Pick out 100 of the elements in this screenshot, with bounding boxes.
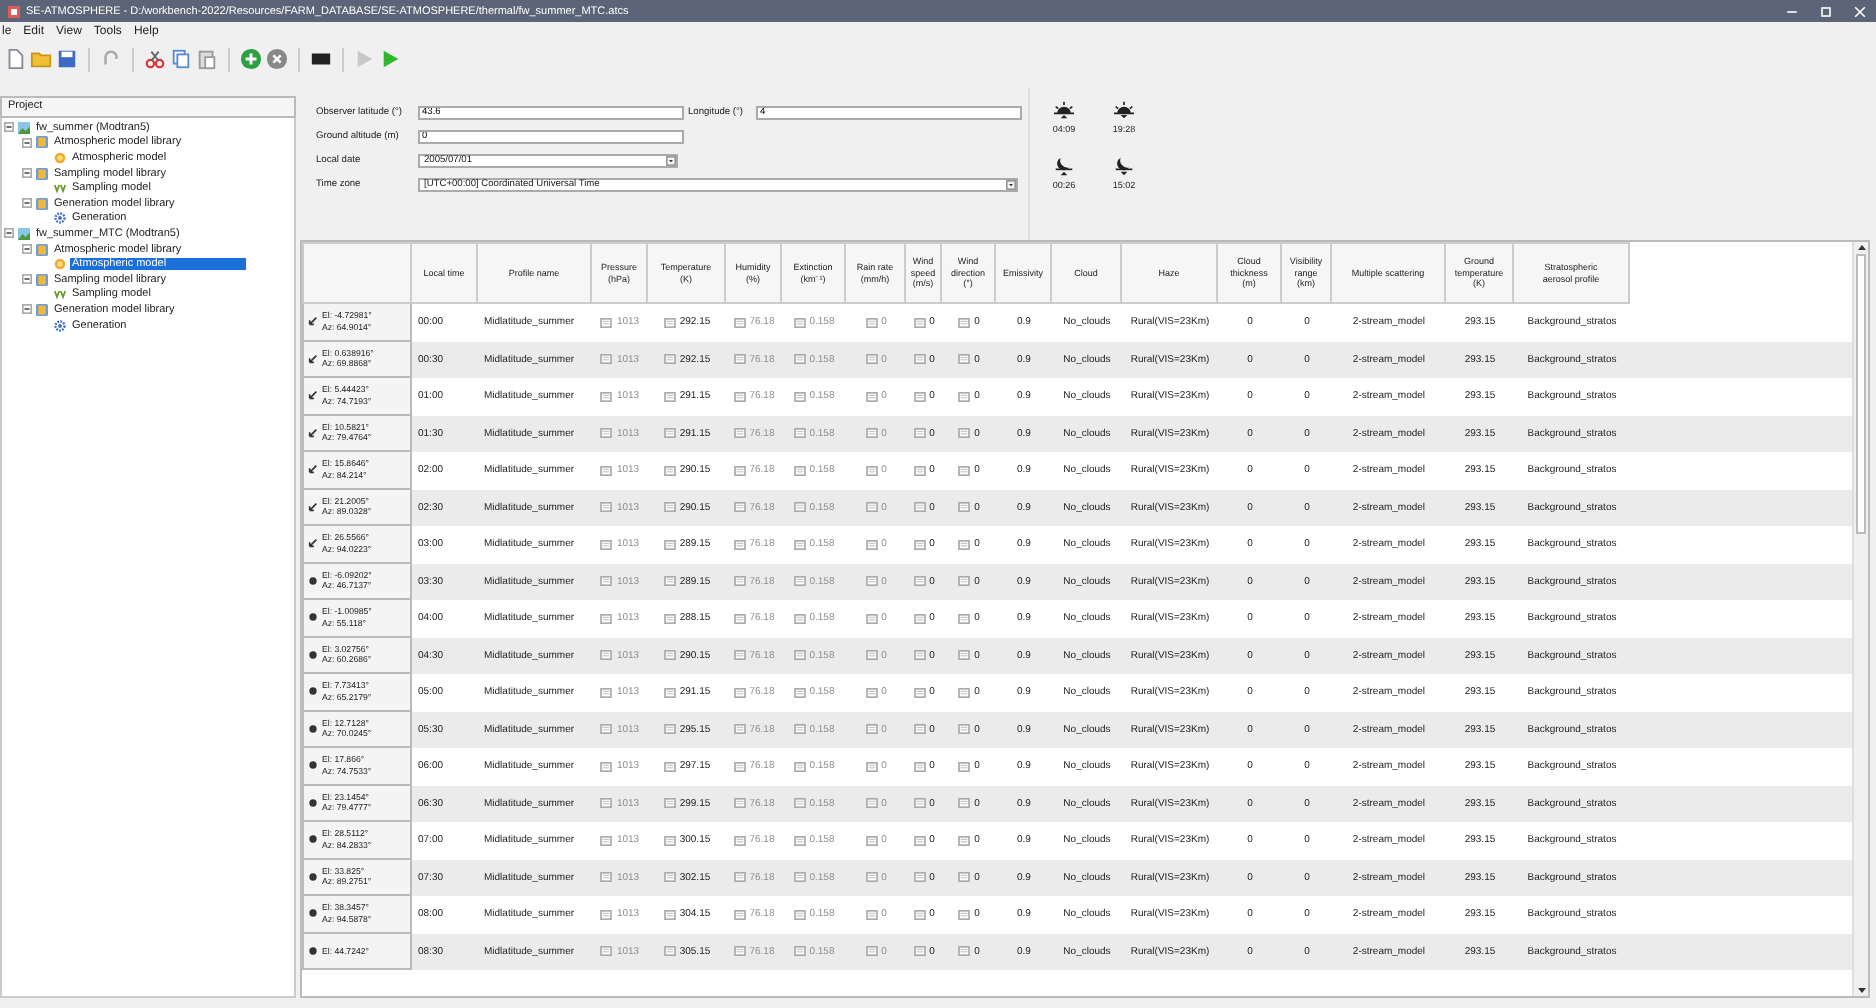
table-icon[interactable]	[958, 650, 971, 661]
table-icon[interactable]	[733, 724, 746, 735]
table-icon[interactable]	[913, 465, 926, 476]
table-icon[interactable]	[733, 613, 746, 624]
table-icon[interactable]	[865, 613, 878, 624]
remove-icon[interactable]	[266, 48, 288, 70]
table-icon[interactable]	[663, 761, 676, 772]
collapse-icon[interactable]	[22, 244, 32, 255]
save-icon[interactable]	[56, 48, 78, 70]
table-icon[interactable]	[958, 798, 971, 809]
table-icon[interactable]	[733, 539, 746, 550]
table-icon[interactable]	[958, 391, 971, 402]
table-icon[interactable]	[865, 465, 878, 476]
table-icon[interactable]	[958, 428, 971, 439]
table-icon[interactable]	[793, 761, 806, 772]
folder-icon[interactable]	[30, 48, 52, 70]
play-icon[interactable]	[380, 48, 402, 70]
table-icon[interactable]	[663, 502, 676, 513]
table-icon[interactable]	[865, 539, 878, 550]
table-icon[interactable]	[865, 650, 878, 661]
table-icon[interactable]	[913, 724, 926, 735]
table-icon[interactable]	[793, 687, 806, 698]
table-icon[interactable]	[793, 576, 806, 587]
table-icon[interactable]	[600, 835, 613, 846]
table-icon[interactable]	[793, 502, 806, 513]
table-icon[interactable]	[600, 539, 613, 550]
table-icon[interactable]	[733, 576, 746, 587]
terminal-icon[interactable]	[310, 48, 332, 70]
table-icon[interactable]	[913, 687, 926, 698]
table-icon[interactable]	[793, 798, 806, 809]
table-icon[interactable]	[958, 502, 971, 513]
table-icon[interactable]	[793, 650, 806, 661]
table-icon[interactable]	[733, 317, 746, 328]
table-icon[interactable]	[913, 502, 926, 513]
table-icon[interactable]	[663, 613, 676, 624]
table-icon[interactable]	[913, 650, 926, 661]
table-icon[interactable]	[663, 687, 676, 698]
table-icon[interactable]	[958, 946, 971, 957]
table-icon[interactable]	[733, 761, 746, 772]
table-icon[interactable]	[913, 946, 926, 957]
table-icon[interactable]	[663, 576, 676, 587]
table-icon[interactable]	[865, 687, 878, 698]
table-icon[interactable]	[663, 946, 676, 957]
table-icon[interactable]	[663, 872, 676, 883]
scrollbar[interactable]	[1852, 242, 1868, 996]
table-icon[interactable]	[733, 465, 746, 476]
table-icon[interactable]	[865, 317, 878, 328]
scroll-thumb[interactable]	[1856, 254, 1866, 534]
table-icon[interactable]	[600, 687, 613, 698]
table-icon[interactable]	[600, 317, 613, 328]
table-icon[interactable]	[913, 872, 926, 883]
copy-icon[interactable]	[170, 48, 192, 70]
table-icon[interactable]	[663, 539, 676, 550]
table-icon[interactable]	[663, 724, 676, 735]
table-icon[interactable]	[913, 391, 926, 402]
table-icon[interactable]	[913, 539, 926, 550]
table-icon[interactable]	[793, 946, 806, 957]
table-icon[interactable]	[958, 909, 971, 920]
table-icon[interactable]	[733, 909, 746, 920]
table-icon[interactable]	[958, 724, 971, 735]
table-icon[interactable]	[865, 798, 878, 809]
table-icon[interactable]	[733, 872, 746, 883]
table-icon[interactable]	[865, 354, 878, 365]
table-icon[interactable]	[733, 650, 746, 661]
table-icon[interactable]	[600, 650, 613, 661]
table-icon[interactable]	[913, 909, 926, 920]
table-icon[interactable]	[600, 576, 613, 587]
table-icon[interactable]	[733, 391, 746, 402]
table-icon[interactable]	[958, 687, 971, 698]
table-icon[interactable]	[600, 761, 613, 772]
table-icon[interactable]	[958, 835, 971, 846]
table-icon[interactable]	[663, 835, 676, 846]
table-icon[interactable]	[600, 613, 613, 624]
table-icon[interactable]	[865, 835, 878, 846]
add-icon[interactable]	[240, 48, 262, 70]
close-icon[interactable]	[1852, 3, 1868, 19]
table-icon[interactable]	[663, 465, 676, 476]
table-icon[interactable]	[600, 798, 613, 809]
table-icon[interactable]	[793, 835, 806, 846]
collapse-icon[interactable]	[22, 274, 32, 285]
table-icon[interactable]	[865, 761, 878, 772]
table-icon[interactable]	[600, 354, 613, 365]
table-icon[interactable]	[913, 835, 926, 846]
table-icon[interactable]	[865, 909, 878, 920]
collapse-icon[interactable]	[22, 137, 32, 148]
table-icon[interactable]	[793, 354, 806, 365]
table-icon[interactable]	[663, 650, 676, 661]
table-icon[interactable]	[958, 354, 971, 365]
table-icon[interactable]	[958, 761, 971, 772]
table-icon[interactable]	[733, 687, 746, 698]
collapse-icon[interactable]	[22, 304, 32, 315]
collapse-icon[interactable]	[4, 122, 14, 133]
table-icon[interactable]	[600, 872, 613, 883]
table-icon[interactable]	[793, 909, 806, 920]
table-icon[interactable]	[913, 354, 926, 365]
table-icon[interactable]	[913, 317, 926, 328]
table-icon[interactable]	[913, 613, 926, 624]
table-icon[interactable]	[793, 465, 806, 476]
table-icon[interactable]	[793, 539, 806, 550]
table-icon[interactable]	[793, 724, 806, 735]
